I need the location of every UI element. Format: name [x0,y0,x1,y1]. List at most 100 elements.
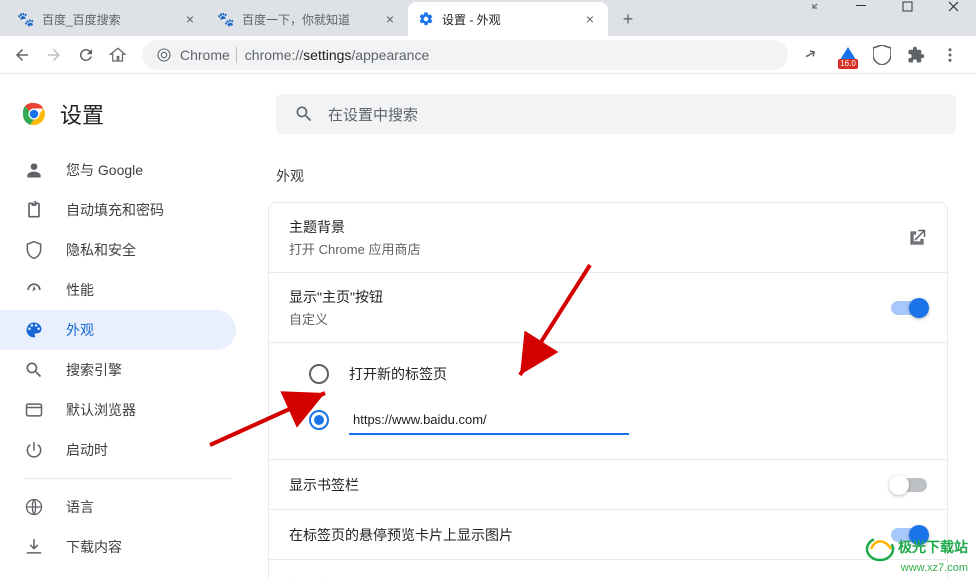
home-options: 打开新的标签页 [269,342,947,459]
radio-label: 打开新的标签页 [349,364,447,384]
row-title: 侧边栏 [289,575,331,578]
window-close[interactable] [930,0,976,12]
person-icon [24,160,44,180]
url-scheme: Chrome [180,47,230,63]
power-icon [24,440,44,460]
sidebar-item-downloads[interactable]: 下载内容 [0,527,236,567]
settings-search[interactable]: 在设置中搜索 [276,94,956,134]
window-minimize[interactable] [792,0,838,12]
download-icon [24,537,44,557]
home-button[interactable] [104,41,132,69]
divider [236,47,237,63]
settings-content: 在设置中搜索 外观 主题背景 打开 Chrome 应用商店 显示"主页"按钮 自… [256,74,976,578]
row-title: 显示书签栏 [289,475,359,495]
extension-icon[interactable]: 16.0 [838,45,858,65]
sidebar-item-appearance[interactable]: 外观 [0,310,236,350]
window-maximize[interactable] [884,0,930,12]
sidebar-item-default[interactable]: 默认浏览器 [0,390,236,430]
sidebar-item-search[interactable]: 搜索引擎 [0,350,236,390]
browser-tab[interactable]: 设置 - 外观 × [408,2,608,36]
sidebar-item-label: 下载内容 [66,537,122,557]
sidebar-item-performance[interactable]: 性能 [0,270,236,310]
sidebar-item-privacy[interactable]: 隐私和安全 [0,230,236,270]
sidebar-item-label: 您与 Google [66,160,143,180]
window-dash[interactable] [838,0,884,12]
forward-button[interactable] [40,41,68,69]
radio-custom-url[interactable] [309,397,927,443]
search-icon [24,360,44,380]
home-button-toggle[interactable] [891,301,927,315]
browser-tab[interactable]: 🐾 百度_百度搜索 × [8,2,208,36]
theme-row[interactable]: 主题背景 打开 Chrome 应用商店 [269,203,947,272]
sidebar-item-google[interactable]: 您与 Google [0,150,236,190]
shield-icon [24,240,44,260]
sidebar-item-label: 搜索引擎 [66,360,122,380]
row-subtitle: 自定义 [289,309,383,328]
side-panel-row: 侧边栏 [269,559,947,578]
speed-icon [24,280,44,300]
shield-icon[interactable] [872,45,892,65]
share-button[interactable] [798,41,826,69]
url-text: chrome://settings/appearance [245,47,429,63]
row-title: 主题背景 [289,217,420,237]
radio-icon [309,364,329,384]
watermark-title: 极光下载站 [898,539,968,555]
row-title: 显示"主页"按钮 [289,287,383,307]
bookmarks-bar-row: 显示书签栏 [269,459,947,509]
tab-title: 设置 - 外观 [442,11,578,28]
sidebar-item-label: 自动填充和密码 [66,200,164,220]
back-button[interactable] [8,41,36,69]
sidebar-item-label: 隐私和安全 [66,240,136,260]
sidebar-item-autofill[interactable]: 自动填充和密码 [0,190,236,230]
address-bar[interactable]: Chrome chrome://settings/appearance [142,40,788,70]
watermark: 极光下载站 www.xz7.com [865,536,968,574]
tab-title: 百度_百度搜索 [42,11,178,28]
open-external-icon [907,228,927,248]
home-button-row: 显示"主页"按钮 自定义 [269,272,947,342]
menu-icon[interactable] [940,45,960,65]
extension-area: 16.0 [830,45,968,65]
settings-sidebar: 设置 您与 Google 自动填充和密码 隐私和安全 性能 外观 搜索引擎 [0,74,256,578]
paw-icon: 🐾 [18,11,34,27]
sidebar-header: 设置 [0,86,256,150]
sidebar-item-label: 性能 [66,280,94,300]
close-icon[interactable]: × [582,11,598,27]
sidebar-item-label: 语言 [66,497,94,517]
reload-button[interactable] [72,41,100,69]
settings-title: 设置 [60,98,104,130]
tab-title: 百度一下，你就知道 [242,11,378,28]
clipboard-icon [24,200,44,220]
hover-cards-row: 在标签页的悬停预览卡片上显示图片 [269,509,947,559]
sidebar-item-language[interactable]: 语言 [0,487,236,527]
sidebar-item-startup[interactable]: 启动时 [0,430,236,470]
sidebar-item-label: 启动时 [66,440,108,460]
search-placeholder: 在设置中搜索 [328,104,418,125]
appearance-card: 主题背景 打开 Chrome 应用商店 显示"主页"按钮 自定义 打开新的标签页 [268,202,948,578]
section-title: 外观 [268,154,952,202]
badge: 16.0 [838,59,858,69]
watermark-url: www.xz7.com [901,562,968,574]
puzzle-icon[interactable] [906,45,926,65]
toolbar: Chrome chrome://settings/appearance 16.0 [0,36,976,74]
search-icon [294,104,314,124]
globe-icon [24,497,44,517]
gear-icon [418,11,434,27]
homepage-url-input[interactable] [349,405,629,435]
settings-page: 设置 您与 Google 自动填充和密码 隐私和安全 性能 外观 搜索引擎 [0,74,976,578]
browser-tab[interactable]: 🐾 百度一下，你就知道 × [208,2,408,36]
chrome-logo-icon [22,102,46,126]
radio-newtab[interactable]: 打开新的标签页 [309,351,927,397]
browser-icon [24,400,44,420]
row-subtitle: 打开 Chrome 应用商店 [289,239,420,258]
paw-icon: 🐾 [218,11,234,27]
bookmarks-toggle[interactable] [891,478,927,492]
row-title: 在标签页的悬停预览卡片上显示图片 [289,525,513,545]
sidebar-item-accessibility[interactable]: 无障碍 [0,567,236,578]
sidebar-item-label: 默认浏览器 [66,400,136,420]
close-icon[interactable]: × [182,11,198,27]
new-tab-button[interactable]: + [614,5,642,33]
palette-icon [24,320,44,340]
close-icon[interactable]: × [382,11,398,27]
sidebar-item-label: 外观 [66,320,94,340]
radio-icon [309,410,329,430]
